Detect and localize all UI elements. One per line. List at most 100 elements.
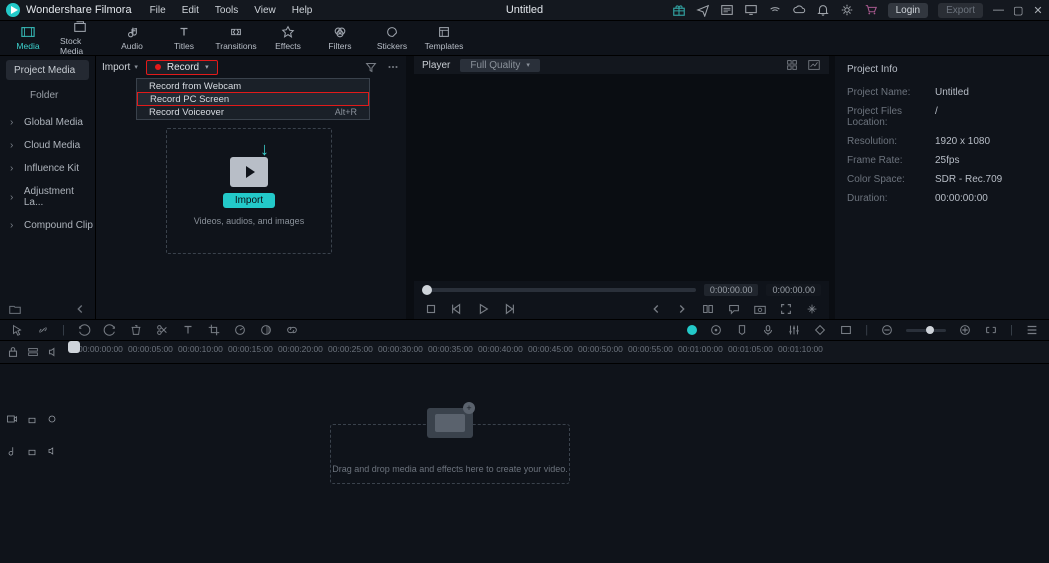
tl-text-icon[interactable] bbox=[181, 323, 195, 337]
sidebar-item-cloud[interactable]: Cloud Media bbox=[0, 134, 95, 157]
collapse-icon[interactable] bbox=[73, 302, 87, 316]
pv-comment-icon[interactable] bbox=[727, 302, 741, 316]
cloud-icon[interactable] bbox=[792, 3, 806, 17]
sidebar-item-influence[interactable]: Influence Kit bbox=[0, 157, 95, 180]
media-panel: Import Record▾ Record from Webcam Record… bbox=[96, 56, 406, 319]
record-pc-screen[interactable]: Record PC Screen bbox=[137, 92, 369, 106]
app-name: Wondershare Filmora bbox=[26, 4, 132, 16]
lane-mute-icon[interactable] bbox=[46, 445, 58, 457]
next-icon[interactable] bbox=[502, 302, 516, 316]
send-icon[interactable] bbox=[696, 3, 710, 17]
lane-lock-icon-2[interactable] bbox=[26, 445, 38, 457]
tl-color-icon[interactable] bbox=[259, 323, 273, 337]
sidebar-folder[interactable]: Folder bbox=[0, 84, 95, 111]
grid-icon[interactable] bbox=[785, 58, 799, 72]
video-lane-header[interactable] bbox=[0, 404, 74, 434]
timeline-tracks[interactable]: Drag and drop media and effects here to … bbox=[0, 364, 1049, 563]
export-button[interactable]: Export bbox=[938, 3, 983, 18]
sidebar-item-global[interactable]: Global Media bbox=[0, 111, 95, 134]
tab-audio[interactable]: Audio bbox=[112, 25, 152, 51]
tl-redo-icon[interactable] bbox=[103, 323, 117, 337]
news-icon[interactable] bbox=[720, 3, 734, 17]
close-button[interactable]: ✕ bbox=[1033, 4, 1043, 17]
tl-mic-icon[interactable] bbox=[761, 323, 775, 337]
pv-sparkle-icon[interactable] bbox=[805, 302, 819, 316]
wifi-icon[interactable] bbox=[768, 3, 782, 17]
tl-fit-icon[interactable] bbox=[984, 323, 998, 337]
sidebar-project-media[interactable]: Project Media bbox=[6, 60, 89, 80]
lane-hide-icon[interactable] bbox=[46, 413, 58, 425]
tab-stickers[interactable]: Stickers bbox=[372, 25, 412, 51]
add-folder-icon[interactable] bbox=[8, 302, 22, 316]
tl-pointer-icon[interactable] bbox=[10, 323, 24, 337]
tab-media[interactable]: Media bbox=[8, 25, 48, 51]
tl-view-icon[interactable] bbox=[26, 345, 40, 359]
tl-delete-icon[interactable] bbox=[129, 323, 143, 337]
tl-speed-icon[interactable] bbox=[233, 323, 247, 337]
stop-icon[interactable] bbox=[424, 302, 438, 316]
timeline-dropzone[interactable]: Drag and drop media and effects here to … bbox=[330, 424, 570, 484]
import-button[interactable]: Import bbox=[223, 193, 275, 208]
menu-help[interactable]: Help bbox=[292, 5, 313, 16]
tl-zoom-out-icon[interactable] bbox=[880, 323, 894, 337]
pv-compare-icon[interactable] bbox=[701, 302, 715, 316]
media-dropzone[interactable]: Import Videos, audios, and images bbox=[166, 128, 332, 254]
record-dropdown[interactable]: Record▾ bbox=[146, 60, 218, 75]
record-voiceover[interactable]: Record VoiceoverAlt+R bbox=[137, 105, 369, 119]
tl-target-icon[interactable] bbox=[709, 323, 723, 337]
import-dropdown[interactable]: Import bbox=[102, 62, 138, 73]
screen-icon[interactable] bbox=[744, 3, 758, 17]
picture-icon[interactable] bbox=[807, 58, 821, 72]
zoom-slider[interactable] bbox=[906, 329, 946, 332]
filter-icon[interactable] bbox=[364, 60, 378, 74]
bell-icon[interactable] bbox=[816, 3, 830, 17]
prev-icon[interactable] bbox=[450, 302, 464, 316]
sidebar-item-adjustment[interactable]: Adjustment La... bbox=[0, 180, 95, 214]
tl-tracks-icon[interactable] bbox=[1025, 323, 1039, 337]
menu-edit[interactable]: Edit bbox=[182, 5, 199, 16]
login-button[interactable]: Login bbox=[888, 3, 928, 18]
tl-undo-icon[interactable] bbox=[77, 323, 91, 337]
menu-tools[interactable]: Tools bbox=[215, 5, 238, 16]
tl-keyframe-icon[interactable] bbox=[813, 323, 827, 337]
tl-zoom-in-icon[interactable] bbox=[958, 323, 972, 337]
preview-viewport[interactable] bbox=[414, 74, 829, 281]
gear-icon[interactable] bbox=[840, 3, 854, 17]
sidebar-item-compound[interactable]: Compound Clip bbox=[0, 214, 95, 237]
tl-ai-icon[interactable] bbox=[687, 325, 697, 335]
tab-templates[interactable]: Templates bbox=[424, 25, 464, 51]
tab-stock-media[interactable]: Stock Media bbox=[60, 20, 100, 56]
pv-snapshot-icon[interactable] bbox=[753, 302, 767, 316]
record-webcam[interactable]: Record from Webcam bbox=[137, 79, 369, 93]
timeline-ruler[interactable]: 00:00:00:0000:00:05:0000:00:10:0000:00:1… bbox=[0, 340, 1049, 364]
pv-fullscreen-icon[interactable] bbox=[779, 302, 793, 316]
tl-crop-icon[interactable] bbox=[207, 323, 221, 337]
minimize-button[interactable]: — bbox=[993, 4, 1003, 16]
cart-icon[interactable] bbox=[864, 3, 878, 17]
tl-mute-icon[interactable] bbox=[46, 345, 60, 359]
tl-link2-icon[interactable] bbox=[285, 323, 299, 337]
more-icon[interactable] bbox=[386, 60, 400, 74]
menu-file[interactable]: File bbox=[150, 5, 166, 16]
preview-scrubber[interactable] bbox=[422, 288, 696, 292]
tl-marker-icon[interactable] bbox=[735, 323, 749, 337]
playhead[interactable] bbox=[74, 341, 75, 363]
tl-link-icon[interactable] bbox=[36, 323, 50, 337]
tl-lock-icon[interactable] bbox=[6, 345, 20, 359]
audio-lane-header[interactable] bbox=[0, 436, 74, 466]
tab-titles[interactable]: Titles bbox=[164, 25, 204, 51]
quality-select[interactable]: Full Quality bbox=[460, 59, 540, 72]
maximize-button[interactable]: ▢ bbox=[1013, 4, 1023, 17]
tl-split-icon[interactable] bbox=[155, 323, 169, 337]
play-icon[interactable] bbox=[476, 302, 490, 316]
menu-view[interactable]: View bbox=[254, 5, 276, 16]
tl-mixer-icon[interactable] bbox=[787, 323, 801, 337]
pv-next-icon[interactable] bbox=[675, 302, 689, 316]
tl-render-icon[interactable] bbox=[839, 323, 853, 337]
tab-effects[interactable]: Effects bbox=[268, 25, 308, 51]
pv-prev-icon[interactable] bbox=[649, 302, 663, 316]
gift-icon[interactable] bbox=[672, 3, 686, 17]
tab-transitions[interactable]: Transitions bbox=[216, 25, 256, 51]
tab-filters[interactable]: Filters bbox=[320, 25, 360, 51]
lane-lock-icon[interactable] bbox=[26, 413, 38, 425]
